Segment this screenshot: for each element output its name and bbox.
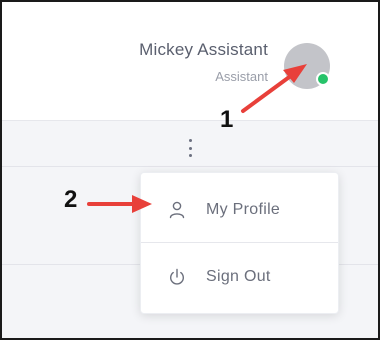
sign-out-menu-item[interactable]: Sign Out bbox=[141, 245, 338, 309]
my-profile-menu-item[interactable]: My Profile bbox=[141, 178, 338, 242]
top-header: Mickey Assistant Assistant bbox=[2, 2, 378, 121]
user-icon bbox=[169, 201, 185, 219]
step-2-callout: 2 bbox=[64, 186, 78, 213]
table-row-divider bbox=[2, 166, 378, 167]
menu-divider bbox=[141, 242, 338, 243]
online-status-indicator bbox=[316, 72, 330, 86]
power-icon bbox=[170, 268, 184, 285]
user-role: Assistant bbox=[215, 69, 268, 84]
more-options-icon[interactable] bbox=[184, 139, 196, 157]
sign-out-label: Sign Out bbox=[206, 268, 271, 285]
user-name: Mickey Assistant bbox=[139, 40, 268, 59]
user-dropdown-menu: My Profile Sign Out bbox=[140, 172, 339, 314]
my-profile-label: My Profile bbox=[206, 201, 281, 218]
screenshot-frame: Mickey Assistant Assistant My Profile Si… bbox=[0, 0, 380, 340]
step-1-callout: 1 bbox=[220, 106, 234, 133]
